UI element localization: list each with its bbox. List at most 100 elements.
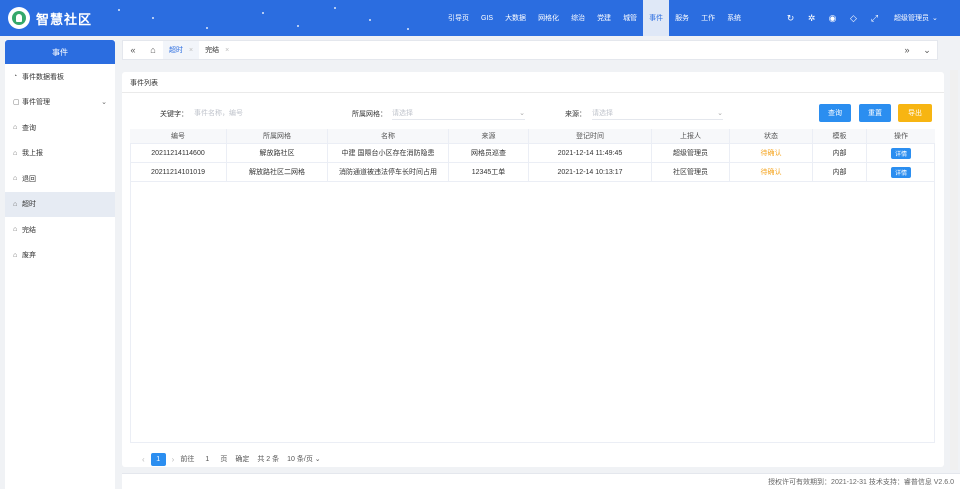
cell-id: 20211214114600	[130, 144, 227, 162]
sidebar-item-label: 完结	[22, 226, 36, 234]
column-header[interactable]: 登记时间	[529, 129, 652, 143]
close-icon[interactable]: ×	[189, 47, 193, 54]
card-title: 事件列表	[130, 80, 158, 87]
settings-icon[interactable]: ✲	[801, 0, 822, 36]
nav-events[interactable]: 事件	[643, 0, 670, 36]
sidebar-item-label: 废弃	[22, 252, 36, 260]
keyword-input[interactable]: 事件名称，编号	[194, 106, 344, 120]
detail-button[interactable]: 详情	[890, 147, 911, 159]
app-logo[interactable]: 智慧社区	[8, 7, 92, 29]
prev-page-icon[interactable]: ‹	[142, 455, 145, 464]
expand-right-icon[interactable]: »	[897, 41, 917, 59]
chevron-down-icon: ⌄	[932, 15, 938, 22]
sidebar-item-timeout[interactable]: ⌂ 超时	[5, 191, 115, 217]
logo-emblem-icon	[8, 7, 30, 29]
next-page-icon[interactable]: ›	[172, 455, 175, 464]
page-unit-label: 页	[220, 456, 228, 463]
refresh-icon[interactable]: ↻	[780, 0, 801, 36]
user-menu[interactable]: 超级管理员 ⌄	[894, 0, 938, 36]
cell-status: 待确认	[730, 163, 813, 181]
column-header[interactable]: 名称	[328, 129, 449, 143]
column-header[interactable]: 所属网格	[227, 129, 328, 143]
total-count: 共 2 条	[257, 456, 280, 463]
nav-system[interactable]: 系统	[721, 0, 747, 36]
cell-source: 12345工单	[449, 163, 529, 181]
sidebar-item-abandoned[interactable]: ⌂ 废弃	[5, 243, 115, 269]
chevron-down-icon: ⌄	[314, 456, 321, 463]
detail-button[interactable]: 详情	[890, 166, 911, 178]
sidebar-item-my-reports[interactable]: ⌂ 我上报	[5, 141, 115, 167]
decorative-star	[206, 27, 208, 29]
footer-text: 授权许可有效期到：2021-12-31 技术支持：睿普信息 V2.6.0	[768, 479, 954, 486]
close-icon[interactable]: ×	[225, 47, 229, 54]
nav-guide[interactable]: 引导页	[442, 0, 475, 36]
cell-id: 20211214101019	[130, 163, 227, 181]
cell-grid: 解放路社区二网格	[227, 163, 328, 181]
pagination: ‹ 1 › 前往 1 页 确定 共 2 条 10 条/页 ⌄	[136, 452, 321, 466]
column-header[interactable]: 状态	[730, 129, 813, 143]
sidebar-item-label: 退回	[22, 175, 36, 183]
column-header[interactable]: 编号	[130, 129, 227, 143]
decorative-star	[369, 19, 371, 21]
chevron-down-icon: ⌄	[101, 98, 107, 106]
nav-services[interactable]: 服务	[669, 0, 695, 36]
column-header[interactable]: 模板	[813, 129, 867, 143]
tag-icon[interactable]: ◇	[843, 0, 864, 36]
cell-name: 消防通道被违法停车长时间占用	[328, 163, 449, 181]
source-select[interactable]: 请选择 ⌄	[592, 106, 723, 120]
column-header[interactable]: 操作	[867, 129, 935, 143]
event-list-card: 事件列表 关键字： 事件名称，编号 所属网格： 请选择 ⌄ 来源： 请选择 ⌄ …	[122, 72, 944, 467]
goto-page-input[interactable]: 1	[198, 453, 216, 465]
sidebar-item-query[interactable]: ⌂ 查询	[5, 115, 115, 141]
dashboard-icon: ◔	[13, 73, 18, 81]
sidebar-item-completed[interactable]: ⌂ 完结	[5, 217, 115, 243]
sidebar-item-event-management[interactable]: ▢ 事件管理 ⌄	[5, 90, 115, 116]
reset-button[interactable]: 重置	[859, 104, 891, 122]
tab-completed[interactable]: 完结 ×	[199, 41, 235, 59]
eye-icon[interactable]: ◉	[822, 0, 843, 36]
current-page[interactable]: 1	[150, 452, 166, 466]
goto-confirm-button[interactable]: 确定	[235, 454, 249, 464]
cell-time: 2021-12-14 10:13:17	[529, 163, 652, 181]
nav-grid[interactable]: 网格化	[532, 0, 565, 36]
nav-party[interactable]: 党建	[591, 0, 617, 36]
nav-work[interactable]: 工作	[695, 0, 721, 36]
home-icon[interactable]: ⌂	[143, 41, 163, 59]
sidebar-item-label: 事件管理	[22, 99, 50, 107]
fullscreen-icon[interactable]: ⤢	[864, 0, 885, 36]
decorative-star	[262, 12, 264, 14]
cell-reporter: 超级管理员	[652, 144, 730, 162]
nav-bigdata[interactable]: 大数据	[499, 0, 532, 36]
query-button[interactable]: 查询	[819, 104, 851, 122]
grid-select[interactable]: 请选择 ⌄	[392, 106, 525, 120]
decorative-star	[118, 9, 120, 11]
sidebar-item-label: 查询	[22, 124, 36, 132]
chevron-down-icon[interactable]: ⌄	[917, 41, 937, 59]
nav-governance[interactable]: 综治	[565, 0, 591, 36]
user-name: 超级管理员	[894, 15, 929, 22]
sidebar-item-dashboard[interactable]: ◔ 事件数据看板	[5, 64, 115, 90]
chevron-down-icon: ⌄	[519, 109, 525, 117]
nav-urban-management[interactable]: 城管	[617, 0, 643, 36]
column-header[interactable]: 来源	[449, 129, 529, 143]
nav-gis[interactable]: GIS	[475, 0, 499, 36]
cell-time: 2021-12-14 11:49:45	[529, 144, 652, 162]
scrollbar[interactable]	[950, 70, 958, 470]
footer: 授权许可有效期到：2021-12-31 技术支持：睿普信息 V2.6.0	[122, 473, 960, 489]
sidebar-item-returned[interactable]: ⌂ 退回	[5, 166, 115, 192]
cell-status: 待确认	[730, 144, 813, 162]
chevron-down-icon: ⌄	[717, 109, 723, 117]
table-row[interactable]: 20211214114600 解放路社区 中建 国際台小区存在消防隐患 网格员巡…	[130, 144, 935, 163]
event-table: 编号 所属网格 名称 来源 登记时间 上报人 状态 模板 操作 20211214…	[130, 129, 935, 182]
tab-timeout[interactable]: 超时 ×	[163, 41, 200, 59]
page-icon: ⌂	[13, 175, 18, 183]
page-size-select[interactable]: 10 条/页 ⌄	[287, 454, 321, 464]
page-icon: ⌂	[13, 124, 18, 132]
table-row[interactable]: 20211214101019 解放路社区二网格 消防通道被违法停车长时间占用 1…	[130, 163, 935, 182]
column-header[interactable]: 上报人	[652, 129, 730, 143]
page-size-value: 10 条/页	[287, 456, 313, 463]
export-button[interactable]: 导出	[898, 104, 932, 122]
goto-label: 前往	[180, 456, 195, 463]
collapse-left-icon[interactable]: «	[123, 41, 143, 59]
cell-template: 内部	[813, 144, 867, 162]
